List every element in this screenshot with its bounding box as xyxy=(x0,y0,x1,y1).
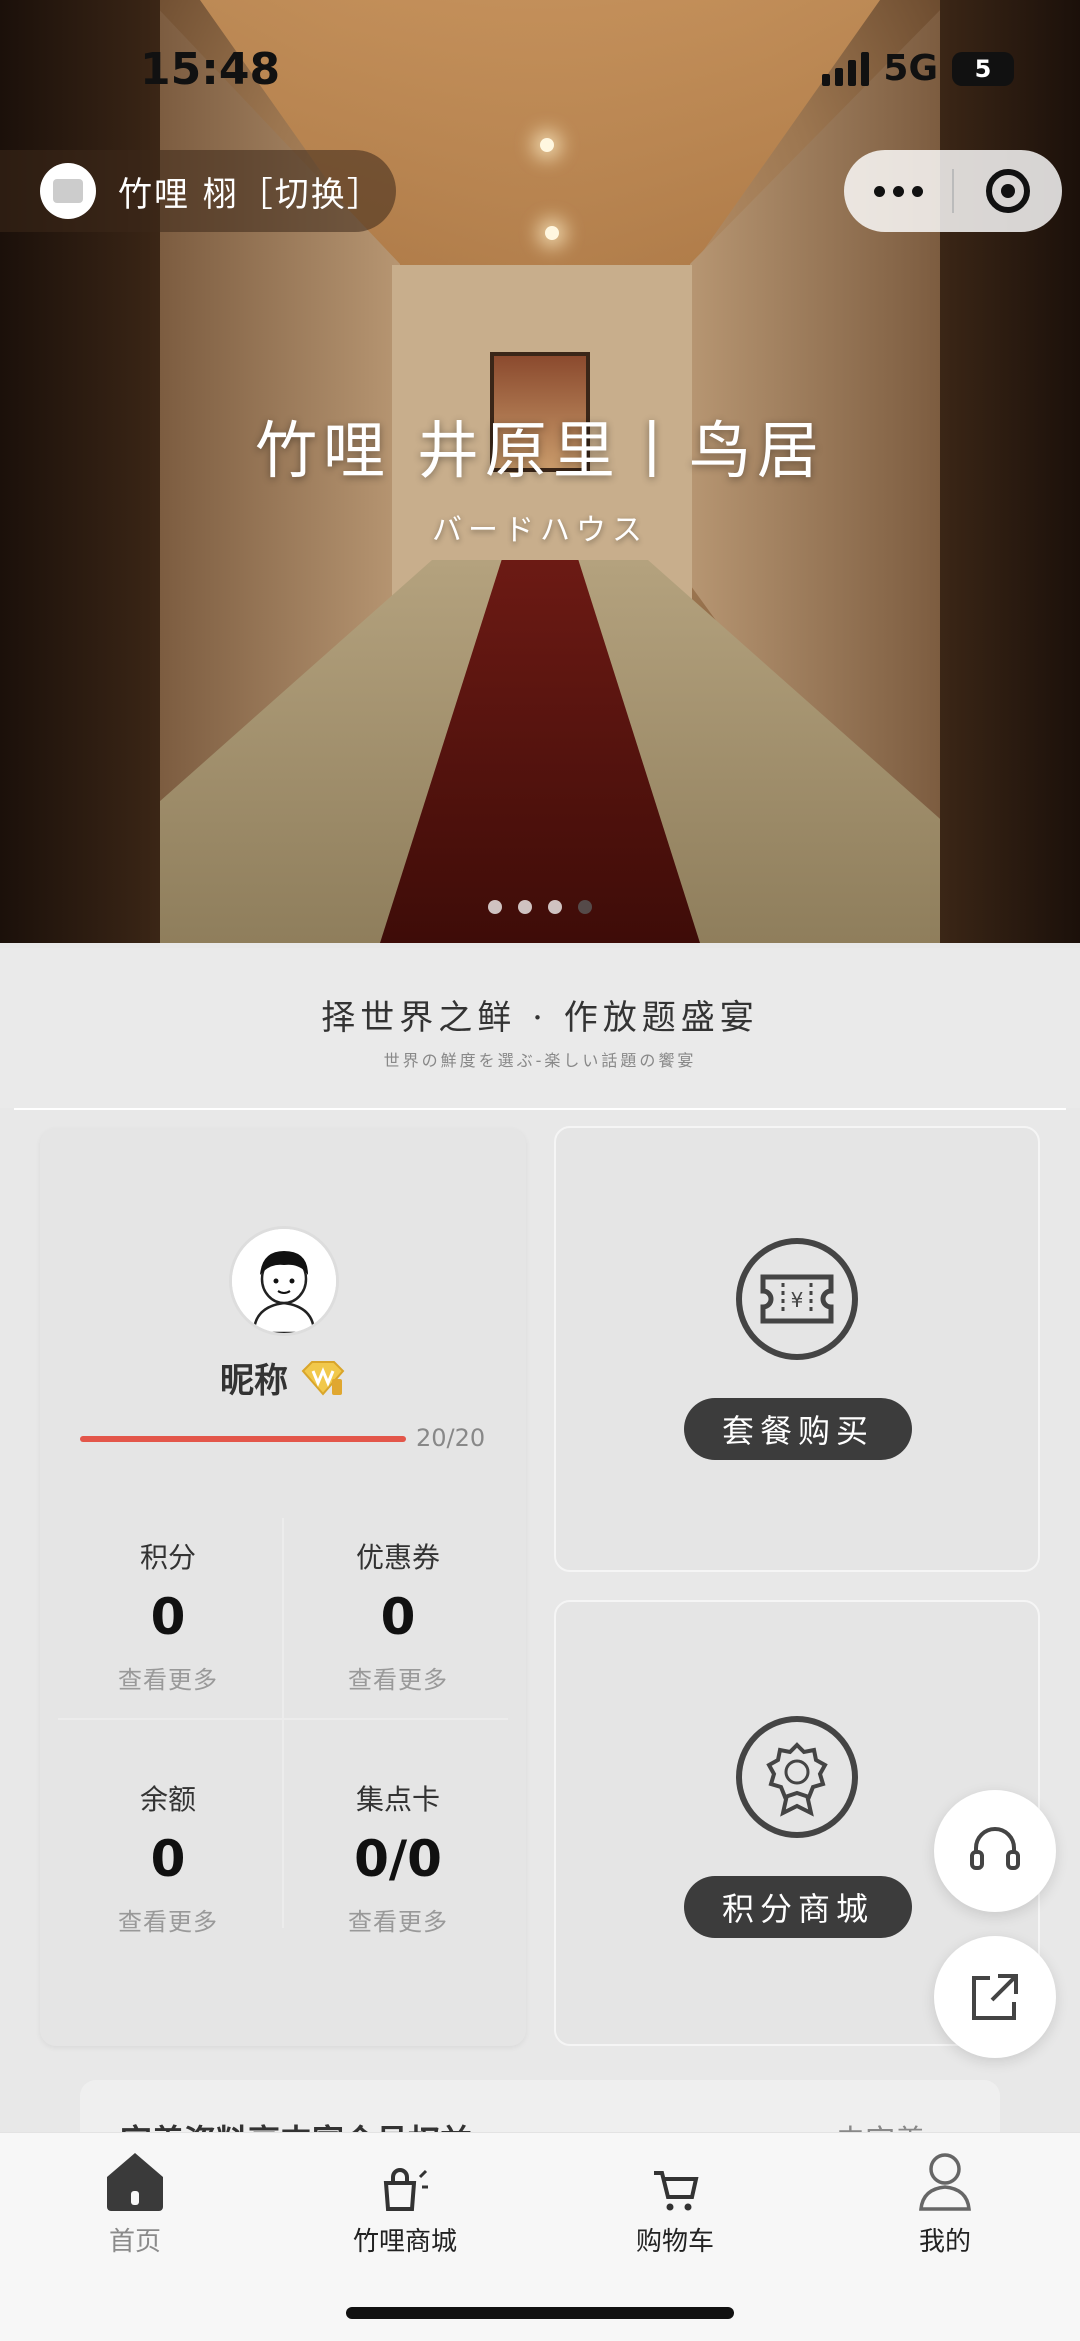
battery-level: 5 xyxy=(974,54,992,83)
view-more-link[interactable]: 查看更多 xyxy=(288,1902,508,1937)
headset-icon xyxy=(970,1827,1020,1870)
store-switch-button[interactable]: 竹哩 栩［切换］ xyxy=(0,150,396,232)
battery-icon: 5 xyxy=(952,51,1014,86)
stat-value: 0 xyxy=(150,1830,186,1888)
stat-label: 优惠券 xyxy=(355,1541,440,1574)
member-stats: 积分 0 查看更多 优惠券 0 查看更多 余额 0 查看更多 集点卡 0/0 查… xyxy=(58,1518,508,1936)
stats-divider-vertical xyxy=(282,1518,284,1928)
nickname: 昵称 xyxy=(220,1361,288,1401)
stat-balance[interactable]: 余额 0 查看更多 xyxy=(58,1778,278,1937)
nickname-row: 昵称 xyxy=(40,1353,526,1402)
ceiling-light xyxy=(545,226,559,240)
share-button[interactable] xyxy=(934,1936,1056,2058)
more-options-icon[interactable] xyxy=(844,185,952,197)
package-purchase-button[interactable]: 套餐购买 xyxy=(684,1398,912,1460)
section-divider xyxy=(14,1108,1066,1110)
slogan-banner: 择世界之鲜 · 作放题盛宴 世界の鮮度を選ぶ-楽しい話題の饗宴 xyxy=(0,948,1080,1108)
carousel-dots xyxy=(0,900,1080,914)
store-logo-icon xyxy=(40,163,96,219)
stat-coupons[interactable]: 优惠券 0 查看更多 xyxy=(288,1536,508,1695)
slogan-sub: 世界の鮮度を選ぶ-楽しい話題の饗宴 xyxy=(383,1051,697,1070)
stat-label: 积分 xyxy=(139,1541,196,1574)
stats-divider-horizontal xyxy=(58,1718,508,1720)
level-progress-bar xyxy=(80,1436,406,1442)
points-mall-button[interactable]: 积分商城 xyxy=(684,1876,912,1938)
banner-title: 竹哩 井原里丨鸟居 xyxy=(255,414,825,487)
slogan-main: 择世界之鲜 · 作放题盛宴 xyxy=(321,998,759,1038)
miniprogram-capsule xyxy=(844,150,1062,232)
view-more-link[interactable]: 查看更多 xyxy=(58,1902,278,1937)
close-miniprogram-icon[interactable] xyxy=(954,169,1062,213)
status-indicators: 5G 5 xyxy=(822,48,1014,89)
carousel-dot[interactable] xyxy=(548,900,562,914)
tab-cart[interactable]: 购物车 xyxy=(540,2143,810,2258)
signal-icon xyxy=(822,51,870,86)
tab-label: 购物车 xyxy=(635,2227,714,2257)
svg-text:¥: ¥ xyxy=(791,1288,804,1312)
stat-value: 0 xyxy=(150,1588,186,1646)
banner-subtitle: バードハウス xyxy=(432,513,648,548)
stat-points[interactable]: 积分 0 查看更多 xyxy=(58,1536,278,1695)
cart-icon xyxy=(650,2143,700,2213)
stat-label: 集点卡 xyxy=(355,1783,440,1816)
member-card: 昵称 20/20 积分 0 查看更多 优惠券 0 查看更多 余额 0 查看更多 … xyxy=(40,1128,526,2046)
stat-stamp-card[interactable]: 集点卡 0/0 查看更多 xyxy=(288,1778,508,1937)
tab-label: 竹哩商城 xyxy=(352,2227,457,2257)
user-icon xyxy=(917,2143,973,2213)
hero-banner[interactable]: 竹哩 井原里丨鸟居 バードハウス xyxy=(0,0,1080,943)
level-progress-text: 20/20 xyxy=(416,1424,486,1452)
award-badge-icon xyxy=(736,1716,858,1838)
avatar[interactable] xyxy=(229,1226,339,1336)
stat-value: 0 xyxy=(380,1588,416,1646)
tab-shop[interactable]: 竹哩商城 xyxy=(270,2143,540,2258)
home-icon xyxy=(103,2143,167,2213)
shopping-bag-icon xyxy=(380,2143,430,2213)
view-more-link[interactable]: 查看更多 xyxy=(58,1660,278,1695)
stat-value: 0/0 xyxy=(354,1830,442,1888)
ticket-yen-icon: ¥ xyxy=(736,1238,858,1360)
tab-home[interactable]: 首页 xyxy=(0,2143,270,2258)
tab-label: 首页 xyxy=(108,2227,161,2257)
carousel-dot[interactable] xyxy=(518,900,532,914)
level-progress-fill xyxy=(80,1436,406,1442)
carousel-dot-active[interactable] xyxy=(578,900,592,914)
status-time: 15:48 xyxy=(140,44,281,95)
ceiling-light xyxy=(540,138,554,152)
store-name: 竹哩 栩［切换］ xyxy=(118,174,383,215)
package-purchase-card[interactable]: ¥ 套餐购买 xyxy=(554,1126,1040,1572)
home-indicator[interactable] xyxy=(346,2307,734,2319)
stat-label: 余额 xyxy=(139,1783,196,1816)
network-type: 5G xyxy=(883,48,938,89)
tab-profile[interactable]: 我的 xyxy=(810,2143,1080,2258)
view-more-link[interactable]: 查看更多 xyxy=(288,1660,508,1695)
customer-service-button[interactable] xyxy=(934,1790,1056,1912)
tab-label: 我的 xyxy=(918,2227,971,2257)
vip-badge-icon xyxy=(301,1360,345,1396)
carousel-dot[interactable] xyxy=(488,900,502,914)
share-icon xyxy=(972,1974,1018,2020)
